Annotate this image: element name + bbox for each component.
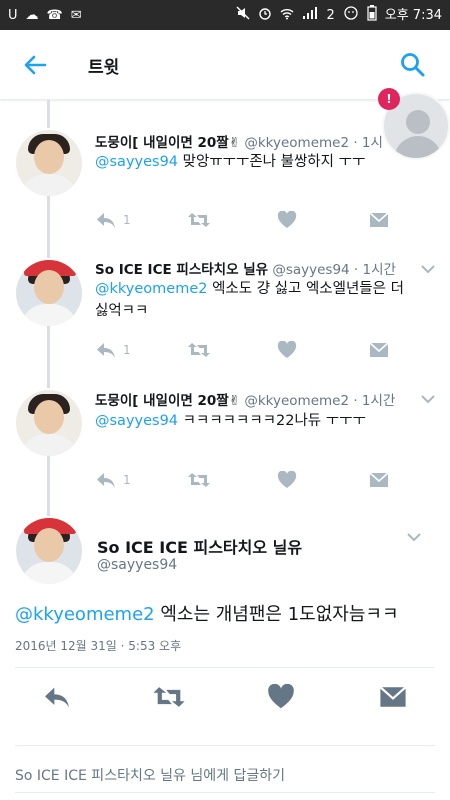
tweet-author-handle: @kkyeomeme2 · 1시간 — [244, 393, 396, 409]
retweet-icon — [188, 213, 210, 227]
like-button[interactable] — [277, 210, 297, 230]
envelope-icon — [379, 686, 407, 707]
heart-icon — [277, 211, 297, 228]
status-time: 오후 7:34 — [384, 7, 442, 23]
message-button[interactable] — [376, 682, 410, 712]
chevron-down-icon[interactable] — [420, 394, 436, 404]
wifi-icon — [280, 6, 294, 24]
envelope-icon — [369, 472, 389, 487]
like-button[interactable] — [277, 340, 297, 360]
heart-icon — [277, 341, 297, 358]
thread-line — [47, 456, 50, 516]
tweet-author-name[interactable]: 도뭉이[ 내일이면 20짤✌ — [95, 393, 240, 409]
retweet-button[interactable] — [187, 470, 211, 490]
reply-icon — [45, 687, 69, 708]
main-tweet-text: @kkyeomeme2 엑소는 개념팬은 1도없자늠ㅋㅋ — [15, 602, 435, 628]
reply-target-name: 피스타치오 닐유 — [86, 768, 186, 784]
chevron-down-icon[interactable] — [420, 264, 436, 274]
notification-badge: ! — [378, 88, 400, 110]
main-tweet-author-name[interactable]: So ICE ICE 피스타치오 닐유 — [97, 534, 302, 558]
chevron-down-icon[interactable] — [406, 532, 422, 542]
retweet-icon — [188, 343, 210, 357]
tweet-text: @sayyes94 ㅋㅋㅋㅋㅋㅋㅋ22나듀 ㅜㅜㅜ — [95, 410, 415, 432]
battery-icon — [367, 5, 377, 25]
reply-count: 1 — [123, 473, 131, 487]
search-icon — [401, 53, 425, 77]
main-tweet-timestamp: 2016년 12월 31일 · 5:53 오후 — [15, 639, 182, 653]
signal-icon — [302, 6, 318, 24]
notification-avatar[interactable]: ! — [378, 88, 450, 170]
mention-link[interactable]: @kkyeomeme2 — [15, 604, 155, 625]
retweet-button[interactable] — [187, 340, 211, 360]
tweet-body: ㅋㅋㅋㅋㅋㅋㅋ22나듀 ㅜㅜㅜ — [178, 413, 366, 429]
divider — [15, 745, 435, 746]
sticker-icon — [343, 6, 359, 24]
mention-link[interactable]: @sayyes94 — [95, 154, 178, 170]
back-arrow-icon — [24, 55, 47, 75]
retweet-icon — [188, 473, 210, 487]
mention-link[interactable]: @sayyes94 — [95, 413, 178, 429]
heart-icon — [277, 471, 297, 488]
heart-icon — [268, 684, 294, 709]
status-icon-0: U — [8, 7, 18, 23]
like-button[interactable] — [264, 682, 298, 712]
thread-line — [47, 326, 50, 388]
message-button[interactable] — [369, 210, 389, 230]
main-tweet-avatar[interactable] — [16, 518, 82, 584]
main-tweet-actions — [0, 680, 450, 714]
status-bar: U ☁ ☎ ✉ 2 오후 7:34 — [0, 0, 450, 30]
retweet-button[interactable] — [152, 682, 186, 712]
divider — [15, 667, 435, 668]
tweet-body: 맞앙ㅠㅜㅜ존나 불쌍하지 ㅜㅜ — [178, 154, 366, 170]
page-title: 트윗 — [88, 58, 120, 78]
main-tweet-body: 엑소는 개념팬은 1도없자늠ㅋㅋ — [154, 604, 399, 625]
tweet-actions: 1 — [95, 340, 395, 360]
status-icon-1: ☁ — [25, 7, 39, 23]
message-button[interactable] — [369, 470, 389, 490]
tweet-actions: 1 — [95, 470, 395, 490]
thread-line — [47, 196, 50, 258]
envelope-icon — [369, 212, 389, 227]
status-icon-3: ✉ — [70, 7, 82, 23]
status-icon-2: ☎ — [46, 7, 63, 23]
tweet-author-name[interactable]: So ICE ICE 피스타치오 닐유 — [95, 262, 268, 278]
back-button[interactable] — [20, 50, 50, 80]
tweet-author-handle: @sayyes94 · 1시간 — [272, 262, 396, 278]
tweet-text: @sayyes94 맞앙ㅠㅜㅜ존나 불쌍하지 ㅜㅜ — [95, 151, 415, 173]
mention-link[interactable]: @kkyeomeme2 — [95, 281, 207, 297]
avatar[interactable] — [16, 390, 82, 456]
main-tweet-author-handle[interactable]: @sayyes94 — [97, 557, 177, 573]
reply-count: 1 — [123, 213, 131, 227]
envelope-icon — [369, 342, 389, 357]
tweet-author-handle: @kkyeomeme2 · 1시 — [244, 135, 383, 151]
message-button[interactable] — [369, 340, 389, 360]
reply-icon — [97, 473, 115, 488]
tweet-actions: 1 — [95, 210, 395, 230]
reply-icon — [97, 213, 115, 228]
reply-button[interactable]: 1 — [95, 210, 131, 230]
reply-icon — [97, 343, 115, 358]
reply-count: 1 — [123, 343, 131, 357]
thread-line — [47, 100, 50, 128]
alarm-icon — [258, 6, 272, 24]
reply-target-prefix: So ICE ICE — [15, 768, 87, 784]
search-button[interactable] — [398, 50, 428, 80]
tweet-text: @kkyeomeme2 엑소도 걍 싫고 엑소엘년들은 더 싫억ㅋㅋ — [95, 278, 415, 322]
avatar[interactable] — [16, 260, 82, 326]
reply-button[interactable] — [40, 682, 74, 712]
retweet-icon — [153, 687, 185, 707]
avatar[interactable] — [16, 130, 82, 196]
like-button[interactable] — [277, 470, 297, 490]
reply-composer[interactable]: So ICE ICE 피스타치오 닐유 님에게 답글하기 — [15, 765, 285, 785]
reply-placeholder-suffix: 님에게 답글하기 — [185, 768, 285, 784]
network-indicator: 2 — [326, 7, 335, 23]
divider — [15, 792, 435, 793]
reply-button[interactable]: 1 — [95, 340, 131, 360]
tweet-author-name[interactable]: 도뭉이[ 내일이면 20짤✌ — [95, 135, 240, 151]
retweet-button[interactable] — [187, 210, 211, 230]
reply-button[interactable]: 1 — [95, 470, 131, 490]
mute-icon — [236, 6, 250, 24]
